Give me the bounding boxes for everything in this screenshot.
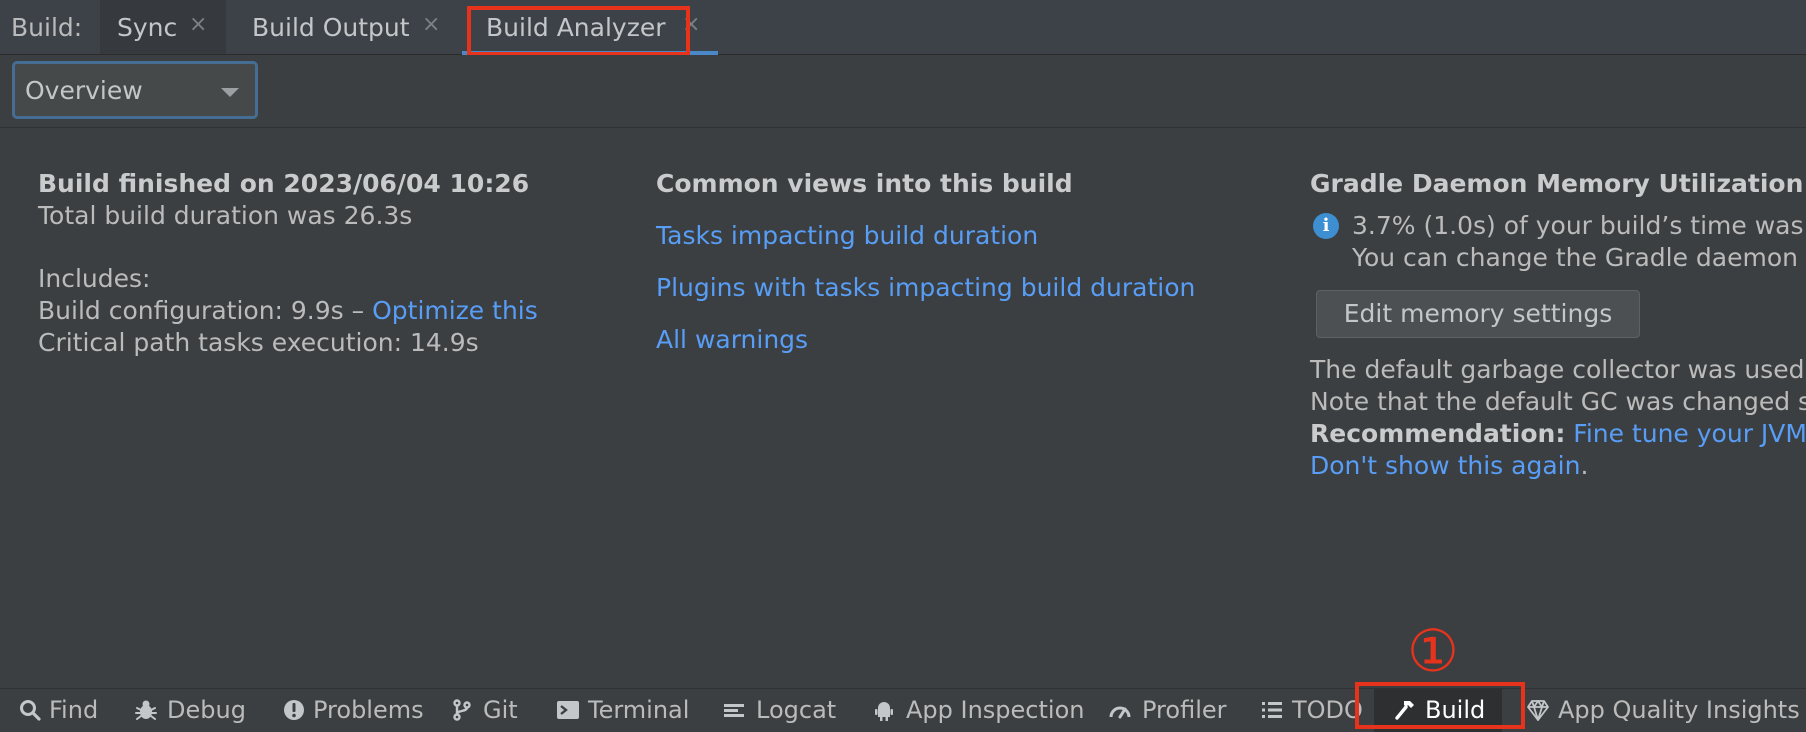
- memory-utilization-heading: Gradle Daemon Memory Utilization: [1310, 169, 1804, 198]
- hammer-icon: [1395, 701, 1414, 720]
- overview-content: Build finished on 2023/06/04 10:26 Total…: [0, 128, 1806, 688]
- recommendation-label: Recommendation:: [1310, 419, 1566, 448]
- plugins-impacting-link[interactable]: Plugins with tasks impacting build durat…: [656, 272, 1195, 304]
- tool-window-app-quality-insights-label: App Quality Insights: [1558, 696, 1800, 724]
- tool-window-app-inspection-label: App Inspection: [906, 696, 1085, 724]
- tool-window-git[interactable]: Git: [450, 689, 520, 732]
- includes-label: Includes:: [38, 264, 151, 293]
- critical-path-text: Critical path tasks execution: 14.9s: [38, 328, 479, 357]
- tab-build-output-close-icon[interactable]: ×: [422, 14, 440, 36]
- common-views-heading: Common views into this build: [656, 169, 1073, 198]
- tool-window-todo-label: TODO: [1292, 696, 1363, 724]
- tasks-impacting-link[interactable]: Tasks impacting build duration: [656, 220, 1038, 252]
- memory-line-1: 3.7% (1.0s) of your build’s time was: [1352, 211, 1804, 240]
- info-icon: i: [1313, 213, 1339, 239]
- fine-tune-jvm-link-text: Fine tune your JVM: [1573, 419, 1806, 448]
- analyzer-toolbar: Overview: [0, 55, 1806, 128]
- list-icon: [1262, 702, 1282, 718]
- tool-window-git-label: Git: [483, 696, 518, 724]
- tool-window-debug-label: Debug: [167, 696, 246, 724]
- view-select-value: Overview: [25, 76, 143, 105]
- tool-window-profiler-label: Profiler: [1142, 696, 1227, 724]
- fine-tune-jvm-link[interactable]: Fine tune your JVM ↗: [1573, 419, 1806, 448]
- tool-window-terminal-label: Terminal: [588, 696, 690, 724]
- tool-window-profiler[interactable]: Profiler: [1108, 689, 1228, 732]
- inspection-icon: [875, 702, 893, 721]
- edit-memory-settings-button[interactable]: Edit memory settings: [1316, 290, 1640, 338]
- recommendation-line: Recommendation: Fine tune your JVM ↗: [1310, 418, 1806, 450]
- tab-build-analyzer-close-icon[interactable]: ×: [682, 14, 700, 36]
- tab-build-output-label: Build Output: [252, 13, 410, 42]
- dont-show-again-link[interactable]: Don't show this again: [1310, 451, 1580, 480]
- diamond-icon: [1527, 700, 1549, 721]
- tool-window-find[interactable]: Find: [14, 689, 98, 732]
- tab-sync-close-icon[interactable]: ×: [189, 14, 207, 36]
- tab-sync[interactable]: Sync ×: [100, 0, 226, 54]
- tool-window-debug[interactable]: Debug: [132, 689, 246, 732]
- search-icon: [20, 700, 41, 721]
- build-finished-heading: Build finished on 2023/06/04 10:26: [38, 169, 530, 198]
- edit-memory-settings-label: Edit memory settings: [1343, 299, 1613, 328]
- tab-sync-label: Sync: [117, 13, 178, 42]
- tab-build-output[interactable]: Build Output ×: [228, 0, 460, 54]
- dont-show-line: Don't show this again.: [1310, 450, 1588, 482]
- tool-window-logcat[interactable]: Logcat: [722, 689, 836, 732]
- build-configuration-line: Build configuration: 9.9s – Optimize thi…: [38, 295, 538, 327]
- tool-window-build-label: Build: [1425, 696, 1486, 724]
- gauge-icon: [1109, 706, 1131, 719]
- tool-window-logcat-label: Logcat: [756, 696, 837, 724]
- optimize-this-link[interactable]: Optimize this: [372, 296, 538, 325]
- memory-line-2: You can change the Gradle daemon: [1352, 243, 1798, 272]
- tool-window-terminal[interactable]: Terminal: [554, 689, 690, 732]
- warning-icon: [284, 700, 304, 720]
- view-select-dropdown[interactable]: Overview: [12, 61, 258, 119]
- tool-window-problems-label: Problems: [313, 696, 424, 724]
- tool-window-find-label: Find: [49, 696, 99, 724]
- gc-line-2: Note that the default GC was changed s: [1310, 387, 1806, 416]
- tool-window-bar: Find Debug Problems Git Terminal Logcat …: [0, 688, 1806, 732]
- build-configuration-text: Build configuration: 9.9s –: [38, 296, 373, 325]
- branch-icon: [453, 699, 471, 721]
- chevron-down-icon: [221, 88, 239, 97]
- tool-window-todo[interactable]: TODO: [1260, 689, 1363, 732]
- build-tool-window-tabbar: Build: Sync × Build Output × Build Analy…: [0, 0, 1806, 55]
- build-label: Build:: [11, 13, 83, 42]
- logcat-icon: [724, 704, 744, 717]
- build-duration-text: Total build duration was 26.3s: [38, 201, 413, 230]
- tool-window-app-quality-insights[interactable]: App Quality Insights: [1524, 689, 1800, 732]
- gc-line-1: The default garbage collector was used: [1310, 355, 1805, 384]
- tool-window-app-inspection[interactable]: App Inspection: [872, 689, 1084, 732]
- all-warnings-link[interactable]: All warnings: [656, 324, 808, 356]
- tool-window-build[interactable]: Build: [1374, 689, 1502, 732]
- bug-icon: [135, 700, 157, 720]
- tool-window-problems[interactable]: Problems: [280, 689, 424, 732]
- tab-build-analyzer-label: Build Analyzer: [486, 13, 666, 42]
- tab-build-analyzer[interactable]: Build Analyzer ×: [462, 0, 718, 55]
- annotation-marker-1: ①: [1407, 617, 1459, 685]
- terminal-icon: [557, 701, 579, 719]
- dont-show-period: .: [1580, 451, 1589, 480]
